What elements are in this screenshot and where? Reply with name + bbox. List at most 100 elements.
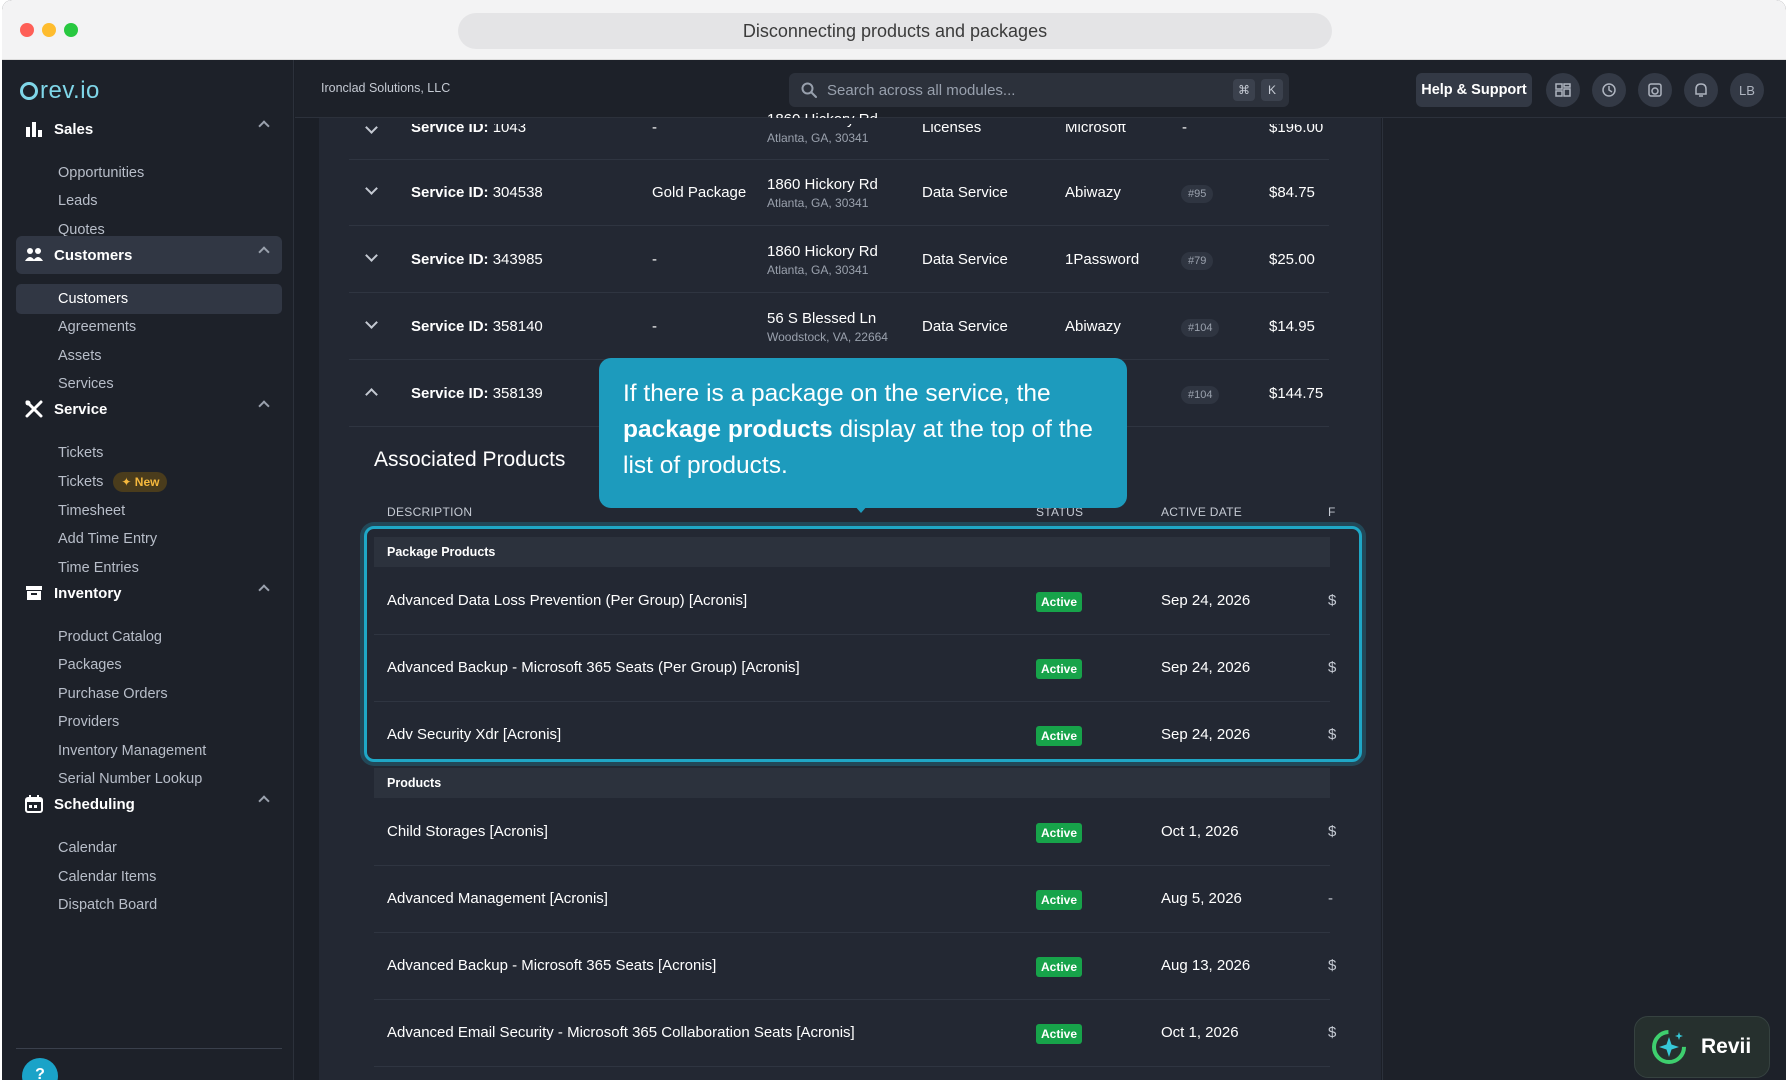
sidebar-section-customers[interactable]: Customers	[16, 236, 282, 274]
service-package: -	[652, 251, 657, 268]
sidebar-item-tickets[interactable]: Tickets	[16, 438, 282, 468]
callout-text-bold: package products	[623, 416, 833, 443]
maximize-window-button[interactable]	[64, 23, 78, 37]
sidebar-section-label: Sales	[54, 120, 94, 138]
sidebar-item-calendar[interactable]: Calendar	[16, 833, 282, 863]
sidebar-section-label: Service	[54, 400, 108, 418]
notifications-button[interactable]	[1684, 73, 1718, 107]
sidebar-item-inventory-management[interactable]: Inventory Management	[16, 736, 282, 766]
service-id-value: 358140	[492, 318, 543, 335]
tools-icon	[24, 399, 44, 419]
sidebar-section-sales[interactable]: Sales	[16, 110, 282, 148]
close-window-button[interactable]	[20, 23, 34, 37]
product-row[interactable]: Child Storages [Acronis] Active Oct 1, 2…	[374, 799, 1336, 866]
service-price: $25.00	[1269, 251, 1315, 268]
service-city: Woodstock, VA, 22664	[767, 330, 888, 344]
product-row[interactable]: Advanced Management [Acronis] Active Aug…	[374, 866, 1333, 933]
service-id-value: 358139	[492, 385, 543, 402]
service-row[interactable]: Service ID: 343985 - 1860 Hickory Rd Atl…	[349, 227, 1329, 293]
sidebar-item-timesheet[interactable]: Timesheet	[16, 496, 282, 526]
logo-text: rev.io	[40, 77, 100, 104]
sidebar-item-agreements[interactable]: Agreements	[16, 312, 282, 342]
product-description: Child Storages [Acronis]	[387, 823, 548, 840]
sidebar-item-leads[interactable]: Leads	[16, 186, 282, 216]
app-window: Disconnecting products and packages rev.…	[2, 0, 1786, 1080]
dashboard-button[interactable]	[1546, 73, 1580, 107]
chevron-down-icon[interactable]	[365, 316, 378, 329]
active-date: Oct 1, 2026	[1161, 823, 1239, 840]
minimize-window-button[interactable]	[42, 23, 56, 37]
revii-assistant-button[interactable]: Revii	[1634, 1016, 1770, 1078]
service-id: Service ID: 358139	[411, 385, 543, 402]
service-row[interactable]: Service ID: 358140 - 56 S Blessed Ln Woo…	[349, 294, 1329, 360]
sidebar-section-label: Inventory	[54, 584, 122, 602]
service-package: -	[652, 318, 657, 335]
service-price: $14.95	[1269, 318, 1315, 335]
sidebar-item-tickets-new[interactable]: Tickets ✦ New	[16, 467, 282, 497]
history-icon	[1602, 83, 1616, 97]
service-id: Service ID: 358140	[411, 318, 543, 335]
sidebar-section-service[interactable]: Service	[16, 390, 282, 428]
service-package: Gold Package	[652, 184, 747, 201]
column-header-description[interactable]: DESCRIPTION	[387, 505, 472, 519]
status-badge: Active	[1036, 890, 1083, 910]
package-products-highlight	[364, 526, 1362, 762]
sidebar-section-scheduling[interactable]: Scheduling	[16, 785, 282, 823]
sidebar-item-customers[interactable]: Customers	[16, 284, 282, 314]
chevron-up-icon	[258, 795, 270, 807]
sidebar-item-opportunities[interactable]: Opportunities	[16, 158, 282, 188]
sidebar-item-calendar-items[interactable]: Calendar Items	[16, 862, 282, 892]
chevron-up-icon[interactable]	[365, 388, 378, 401]
sidebar-item-assets[interactable]: Assets	[16, 341, 282, 371]
service-row[interactable]: Service ID: 304538 Gold Package 1860 Hic…	[349, 160, 1329, 226]
service-address: 1860 Hickory Rd	[767, 243, 878, 260]
service-tag: #95	[1181, 185, 1214, 203]
service-price: $144.75	[1269, 385, 1324, 402]
service-id: Service ID: 343985	[411, 251, 543, 268]
sidebar-item-providers[interactable]: Providers	[16, 707, 282, 737]
callout-text-before: If there is a package on the service, th…	[623, 380, 1051, 407]
column-header-truncated: F	[1328, 505, 1336, 519]
sidebar-item-dispatch-board[interactable]: Dispatch Board	[16, 890, 282, 920]
sidebar-item-packages[interactable]: Packages	[16, 650, 282, 680]
help-support-button[interactable]: Help & Support	[1416, 73, 1532, 107]
bar-chart-icon	[24, 119, 44, 139]
service-address: 56 S Blessed Ln	[767, 310, 877, 327]
service-tag: #104	[1181, 386, 1220, 404]
service-city: Atlanta, GA, 30341	[767, 196, 869, 210]
service-id-value: 304538	[492, 184, 543, 201]
service-tag: #79	[1181, 252, 1214, 270]
product-description: Advanced Management [Acronis]	[387, 890, 608, 907]
product-description: Advanced Email Security - Microsoft 365 …	[387, 1024, 855, 1041]
sidebar-item-add-time-entry[interactable]: Add Time Entry	[16, 524, 282, 554]
chevron-up-icon	[258, 246, 270, 258]
chevron-down-icon[interactable]	[365, 182, 378, 195]
right-panel	[1382, 118, 1786, 1080]
archive-icon	[24, 583, 44, 603]
timer-button[interactable]	[1638, 73, 1672, 107]
chevron-up-icon	[258, 584, 270, 596]
service-vendor: Abiwazy	[1065, 184, 1121, 201]
new-badge-label: New	[134, 475, 160, 489]
truncated-value: -	[1328, 890, 1333, 907]
sparkle-icon	[1652, 1030, 1686, 1064]
column-header-active-date[interactable]: ACTIVE DATE	[1161, 505, 1242, 519]
history-button[interactable]	[1592, 73, 1626, 107]
chevron-down-icon[interactable]	[365, 249, 378, 262]
sidebar-section-inventory[interactable]: Inventory	[16, 574, 282, 612]
help-bubble-button[interactable]: ?	[22, 1058, 58, 1080]
service-city: Atlanta, GA, 30341	[767, 263, 869, 277]
revio-logo[interactable]: rev.io	[20, 76, 100, 106]
service-vendor: Abiwazy	[1065, 318, 1121, 335]
active-date: Aug 13, 2026	[1161, 957, 1251, 974]
truncated-value: $	[1328, 957, 1337, 974]
active-date: Oct 1, 2026	[1161, 1024, 1239, 1041]
products-group-header: Products	[374, 768, 1330, 798]
service-row[interactable]: Service ID: 1043 - 1860 Hickory Rd Atlan…	[349, 93, 1329, 160]
product-row[interactable]: Advanced Email Security - Microsoft 365 …	[374, 1000, 1336, 1067]
sidebar-item-purchase-orders[interactable]: Purchase Orders	[16, 679, 282, 709]
user-avatar[interactable]: LB	[1730, 73, 1764, 107]
sidebar-item-product-catalog[interactable]: Product Catalog	[16, 622, 282, 652]
product-row[interactable]: Advanced Backup - Microsoft 365 Seats [A…	[374, 933, 1336, 1000]
window-title[interactable]: Disconnecting products and packages	[458, 13, 1332, 49]
